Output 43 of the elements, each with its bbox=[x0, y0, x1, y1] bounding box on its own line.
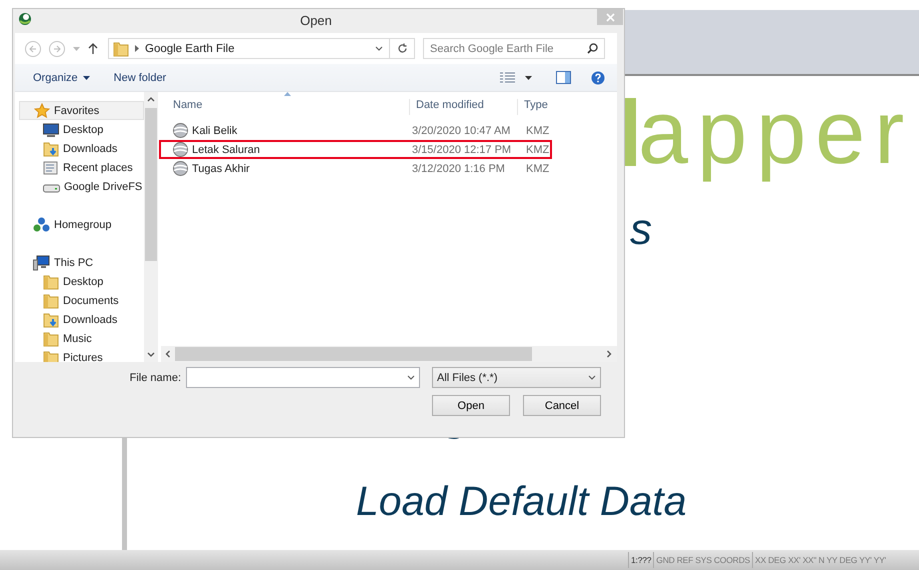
column-header[interactable]: Date modified bbox=[409, 99, 517, 115]
nav-item[interactable]: Desktop bbox=[15, 272, 144, 291]
file-name: Kali Belik bbox=[192, 124, 238, 136]
nav-item[interactable]: Favorites bbox=[19, 101, 144, 120]
status-text: XX DEG XX' XX" N YY DEG YY' YY' bbox=[752, 552, 888, 568]
nav-item[interactable]: Homegroup bbox=[15, 215, 144, 234]
file-type-dropdown[interactable]: All Files (*.*) bbox=[432, 367, 601, 388]
address-bar[interactable]: Google Earth File bbox=[108, 38, 415, 59]
nav-item[interactable]: This PC bbox=[15, 253, 144, 272]
nav-item[interactable]: Music bbox=[15, 329, 144, 348]
file-row[interactable]: Tugas Akhir 3/12/2020 1:16 PM KMZ bbox=[159, 159, 552, 178]
dialog-button[interactable]: Open bbox=[432, 395, 510, 416]
nav-item[interactable]: Recent places bbox=[15, 158, 144, 177]
file-date: 3/20/2020 10:47 AM bbox=[411, 124, 512, 136]
file-type: KMZ bbox=[525, 124, 550, 136]
column-header[interactable]: Type bbox=[517, 99, 617, 115]
dialog-button[interactable]: Cancel bbox=[523, 395, 601, 416]
load-default-data-link[interactable]: Load Default Data bbox=[127, 481, 919, 522]
nav-item[interactable]: Desktop bbox=[15, 120, 144, 139]
status-text: GND REF SYS COORDS bbox=[653, 552, 752, 568]
file-date: 3/12/2020 1:16 PM bbox=[411, 162, 506, 174]
organize-menu[interactable]: Organize bbox=[31, 70, 92, 86]
nav-item[interactable]: Documents bbox=[15, 291, 144, 310]
nav-item[interactable]: Downloads bbox=[15, 310, 144, 329]
file-row[interactable]: Letak Saluran 3/15/2020 12:17 PM KMZ bbox=[159, 140, 552, 159]
app-subtitle: s bbox=[629, 208, 653, 252]
new-folder-button[interactable]: New folder bbox=[112, 70, 168, 86]
search-field[interactable]: Search Google Earth File bbox=[423, 38, 605, 59]
file-type: KMZ bbox=[525, 144, 550, 156]
window-title: Open bbox=[300, 13, 332, 28]
nav-item[interactable]: Pictures bbox=[15, 348, 144, 362]
address-path: Google Earth File bbox=[145, 42, 236, 54]
status-text: 1:??? bbox=[628, 552, 654, 568]
nav-item[interactable]: Downloads bbox=[15, 139, 144, 158]
column-header[interactable]: Name bbox=[173, 99, 409, 115]
file-name-label: File name: bbox=[130, 372, 182, 384]
file-type: KMZ bbox=[525, 162, 550, 174]
file-name: Tugas Akhir bbox=[192, 162, 250, 174]
file-type-value: All Files (*.*) bbox=[437, 372, 498, 384]
nav-item[interactable]: Google DriveFS bbox=[15, 177, 144, 196]
file-row[interactable]: Kali Belik 3/20/2020 10:47 AM KMZ bbox=[159, 121, 552, 140]
file-name: Letak Saluran bbox=[192, 144, 260, 156]
file-date: 3/15/2020 12:17 PM bbox=[411, 144, 512, 156]
